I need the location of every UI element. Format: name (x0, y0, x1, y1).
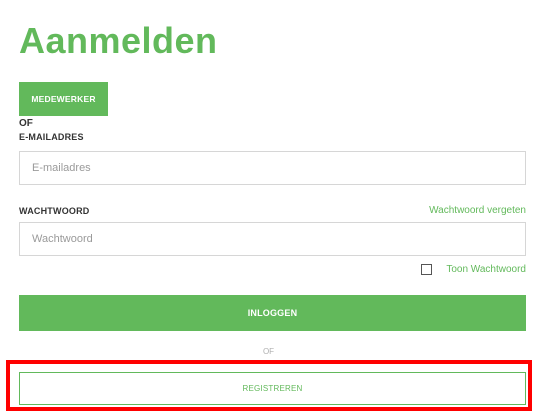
show-password-checkbox[interactable] (421, 264, 433, 275)
employee-login-button[interactable]: MEDEWERKER (19, 82, 108, 116)
page-title: Aanmelden (19, 20, 218, 61)
show-password-toggle[interactable]: Toon Wachtwoord (421, 264, 526, 275)
login-button[interactable]: INLOGGEN (19, 295, 526, 331)
or-separator-bottom: OF (262, 347, 275, 356)
email-field[interactable] (19, 151, 526, 185)
register-button[interactable]: REGISTREREN (19, 372, 526, 405)
or-separator-top: OF (19, 118, 33, 129)
password-label: WACHTWOORD (19, 206, 90, 216)
forgot-password-link[interactable]: Wachtwoord vergeten (429, 205, 526, 216)
show-password-label: Toon Wachtwoord (446, 264, 526, 275)
password-field[interactable] (19, 222, 526, 256)
email-label: E-MAILADRES (19, 132, 84, 142)
